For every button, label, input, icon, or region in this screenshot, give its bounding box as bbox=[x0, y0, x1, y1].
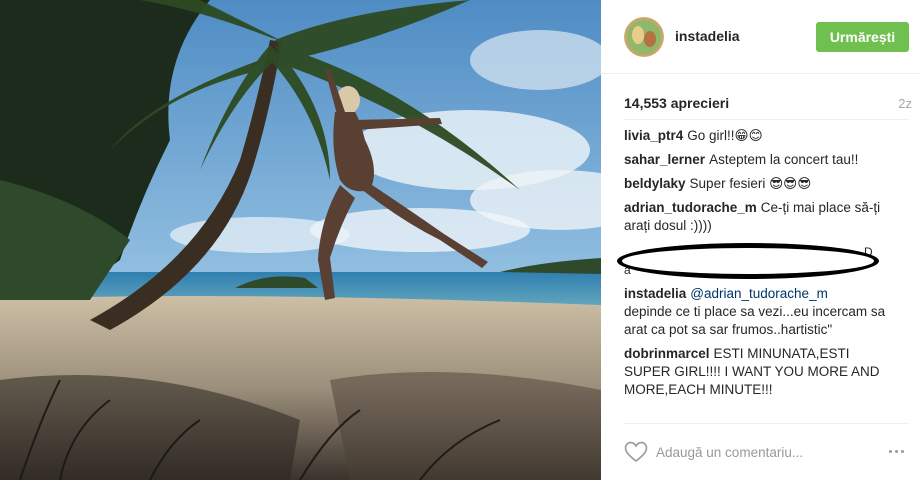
comment-author[interactable]: instadelia bbox=[624, 286, 686, 301]
comment: sahar_lerner Asteptem la concert tau!! bbox=[624, 151, 894, 169]
following-button[interactable]: Urmărești bbox=[816, 22, 909, 52]
header-username[interactable]: instadelia bbox=[675, 28, 740, 44]
heart-icon[interactable] bbox=[624, 441, 648, 463]
comment-text: Super fesieri 😎😎😎 bbox=[689, 176, 812, 191]
comment: beldylaky Super fesieri 😎😎😎 bbox=[624, 175, 894, 193]
comment-list: livia_ptr4 Go girl!!😁😊 sahar_lerner Astept… bbox=[617, 127, 894, 405]
comment-mention[interactable]: @adrian_tudorache_m bbox=[690, 286, 828, 301]
post-time[interactable]: 2z bbox=[898, 96, 912, 111]
comment-author[interactable]: dobrinmarcel bbox=[624, 346, 710, 361]
likes-row: 14,553 aprecieri 2z bbox=[624, 95, 912, 113]
comment-author[interactable]: livia_ptr4 bbox=[624, 128, 683, 143]
comment-text: Asteptem la concert tau!! bbox=[709, 152, 859, 167]
avatar-image bbox=[624, 17, 664, 57]
comment-author[interactable]: sahar_lerner bbox=[624, 152, 705, 167]
comment-author[interactable]: adrian_tudorache_m bbox=[624, 200, 757, 215]
post-side-panel: instadelia Urmărești 14,553 aprecieri 2z… bbox=[601, 0, 920, 480]
likes-count[interactable]: 14,553 aprecieri bbox=[624, 95, 729, 111]
comment: instadelia @adrian_tudorache_mdepinde ce … bbox=[624, 285, 894, 339]
comment: dobrinmarcel ESTI MINUNATA,ESTI SUPER GIR… bbox=[624, 345, 894, 399]
divider bbox=[624, 119, 909, 120]
comment: adrian_tudorache_m Ce-ți mai place să-ți … bbox=[624, 199, 894, 235]
redaction-oval bbox=[617, 243, 879, 279]
more-options-icon[interactable] bbox=[885, 440, 909, 464]
post-header: instadelia Urmărești bbox=[601, 0, 920, 74]
add-comment-input[interactable] bbox=[656, 440, 876, 464]
beach-photo bbox=[0, 0, 601, 480]
avatar[interactable] bbox=[624, 17, 664, 57]
comment-text: depinde ce ti place sa vezi...eu incerca… bbox=[624, 304, 886, 337]
post-photo[interactable] bbox=[0, 0, 601, 480]
comment-author[interactable]: beldylaky bbox=[624, 176, 686, 191]
redacted-comment: D a bbox=[617, 241, 894, 279]
comment-text: Go girl!!😁😊 bbox=[687, 128, 763, 143]
comment-bar bbox=[624, 423, 909, 480]
comment: livia_ptr4 Go girl!!😁😊 bbox=[624, 127, 894, 145]
